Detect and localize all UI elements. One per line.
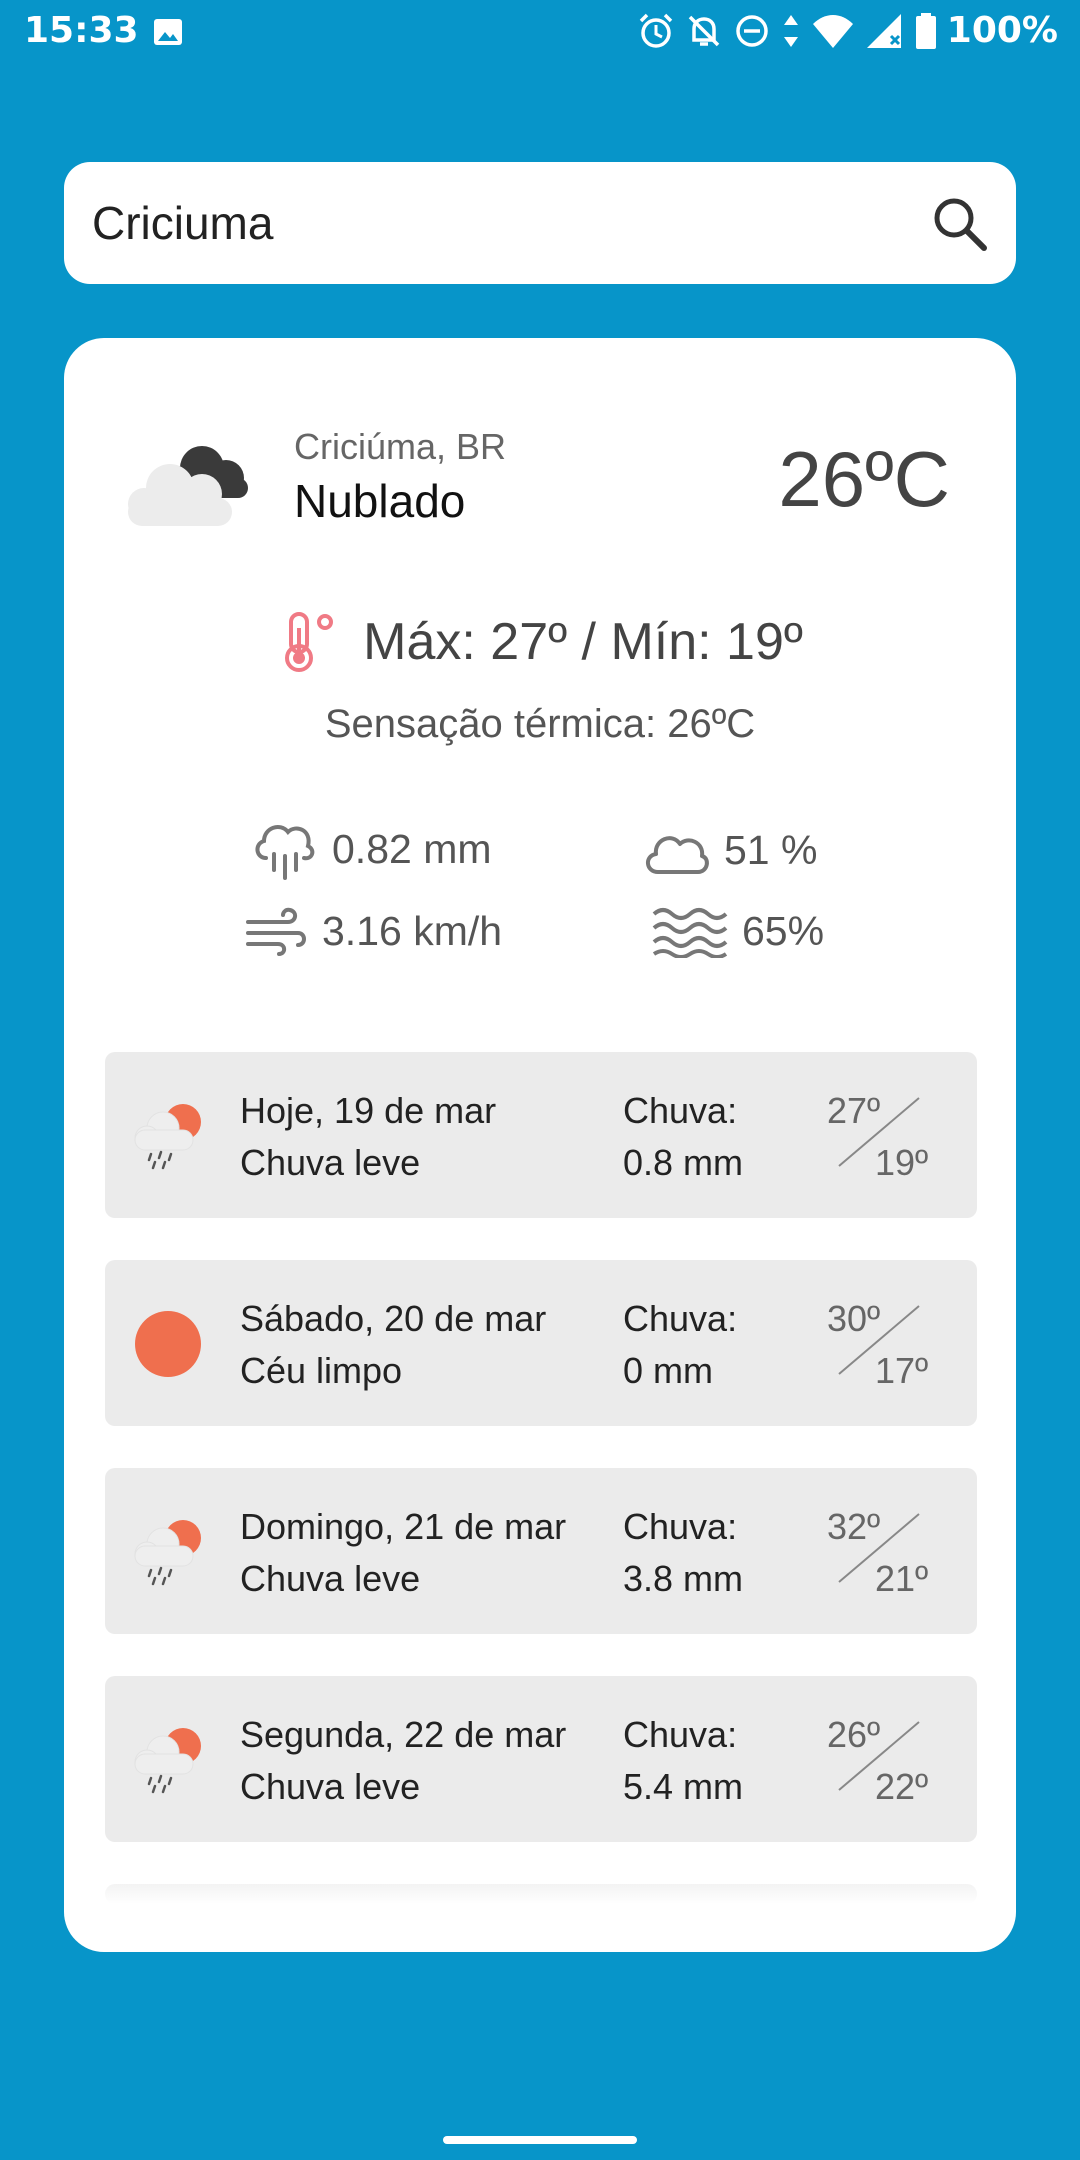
forecast-rain-value: 5.4 mm — [623, 1766, 744, 1807]
data-arrows-icon — [783, 14, 798, 47]
wind-stat: 3.16 km/h — [246, 906, 502, 956]
forecast-max: 32º — [827, 1506, 881, 1547]
search-icon[interactable] — [930, 194, 990, 254]
forecast-rain-value: 3.8 mm — [623, 1558, 744, 1599]
clear-sky-icon — [135, 1311, 201, 1377]
alarm-icon — [639, 13, 673, 48]
forecast-rain-label: Chuva: — [623, 1090, 738, 1131]
forecast-date: Sábado, 20 de mar — [240, 1298, 547, 1339]
forecast-rain-value: 0 mm — [623, 1350, 713, 1391]
forecast-item-partial[interactable] — [105, 1884, 977, 1904]
dnd-icon — [736, 14, 768, 47]
thermometer-icon — [285, 612, 334, 672]
battery-percent: 100% — [946, 10, 1058, 51]
weather-card: Criciúma, BR Nublado 26ºC Máx: 27º / Mín… — [64, 338, 1016, 1952]
weather-description: Nublado — [294, 475, 466, 527]
wind-icon — [246, 907, 306, 956]
light-rain-icon — [134, 1104, 201, 1170]
status-bar: 15:33 100% — [0, 0, 1080, 66]
forecast-rain-value: 0.8 mm — [623, 1142, 744, 1183]
forecast-rain-label: Chuva: — [623, 1506, 738, 1547]
clouds-value: 51 % — [724, 826, 818, 873]
cloud-icon — [646, 836, 709, 874]
forecast-max: 30º — [827, 1298, 881, 1339]
rain-icon — [255, 825, 315, 880]
current-temperature: 26ºC — [778, 435, 950, 523]
forecast-condition: Céu limpo — [240, 1350, 403, 1391]
wifi-icon — [812, 14, 853, 48]
humidity-stat: 65% — [652, 904, 824, 958]
rain-value: 0.82 mm — [332, 825, 492, 872]
forecast-rain-label: Chuva: — [623, 1714, 738, 1755]
forecast-item[interactable]: Domingo, 21 de mar Chuva leve Chuva: 3.8… — [105, 1468, 977, 1634]
humidity-waves-icon — [652, 908, 728, 958]
gesture-nav-handle[interactable] — [443, 2136, 637, 2144]
forecast-min: 21º — [875, 1558, 929, 1599]
forecast-date: Hoje, 19 de mar — [240, 1090, 497, 1131]
wind-value: 3.16 km/h — [322, 907, 503, 954]
status-time: 15:33 — [24, 10, 139, 51]
rain-stat: 0.82 mm — [252, 816, 492, 882]
forecast-date: Segunda, 22 de mar — [240, 1714, 567, 1755]
search-bar — [64, 162, 1016, 284]
forecast-condition: Chuva leve — [240, 1142, 421, 1183]
forecast-min: 22º — [875, 1766, 929, 1807]
light-rain-icon — [134, 1728, 201, 1794]
feels-like: Sensação térmica: 26ºC — [324, 702, 756, 746]
forecast-min: 19º — [875, 1142, 929, 1183]
search-input[interactable] — [92, 162, 912, 284]
light-rain-icon — [134, 1520, 201, 1586]
forecast-item[interactable]: Sábado, 20 de mar Céu limpo Chuva: 0 mm … — [105, 1260, 977, 1426]
forecast-condition: Chuva leve — [240, 1558, 421, 1599]
humidity-value: 65% — [742, 907, 825, 954]
forecast-max: 27º — [827, 1090, 881, 1131]
forecast-list: Hoje, 19 de mar Chuva leve Chuva: 0.8 mm… — [105, 1052, 977, 1904]
forecast-date: Domingo, 21 de mar — [240, 1506, 567, 1547]
clouds-stat: 51 % — [642, 822, 817, 878]
cloudy-icon — [128, 446, 248, 526]
forecast-max: 26º — [827, 1714, 881, 1755]
forecast-rain-label: Chuva: — [623, 1298, 738, 1339]
bell-off-icon — [688, 15, 720, 46]
minmax-text: Máx: 27º / Mín: 19º — [363, 613, 803, 671]
forecast-condition: Chuva leve — [240, 1766, 421, 1807]
status-icons: 100% — [637, 10, 1058, 51]
forecast-min: 17º — [875, 1350, 929, 1391]
signal-icon — [866, 13, 901, 48]
minmax-row: Máx: 27º / Mín: 19º — [64, 610, 1016, 674]
city-name: Criciúma, BR — [294, 426, 507, 467]
forecast-item[interactable]: Segunda, 22 de mar Chuva leve Chuva: 5.4… — [105, 1676, 977, 1842]
forecast-item[interactable]: Hoje, 19 de mar Chuva leve Chuva: 0.8 mm… — [105, 1052, 977, 1218]
battery-icon — [915, 12, 936, 49]
image-icon — [154, 19, 182, 45]
